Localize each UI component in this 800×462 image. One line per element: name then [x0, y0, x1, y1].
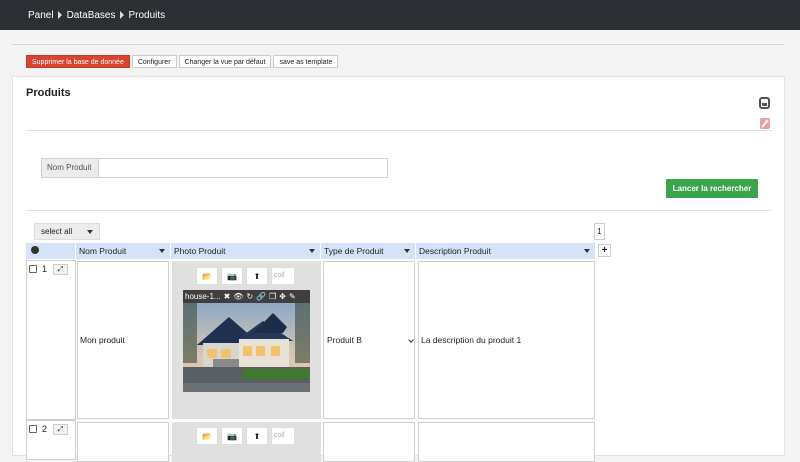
table-cell-nom[interactable] [77, 422, 169, 462]
select-all-label: select all [41, 227, 73, 236]
edit-icon[interactable] [760, 118, 770, 129]
caret-down-icon[interactable] [584, 249, 590, 253]
divider [12, 44, 784, 45]
photo-cell: 📂 📷 ⬆ coll house-1... ✖ 👁 ↻ 🔗 ❐ ✥ ✎ [172, 261, 321, 419]
table-cell-type[interactable] [323, 422, 415, 462]
camera-icon[interactable]: 📷 [221, 267, 243, 285]
table-row-controls: 2 ⤢ [26, 420, 76, 460]
column-header-type-produit[interactable]: Type de Produit [321, 243, 416, 259]
view-icon[interactable]: 👁 [233, 292, 243, 301]
house-image [183, 303, 310, 392]
breadcrumb-databases[interactable]: DataBases [67, 10, 116, 21]
photo-url-input[interactable]: coll [271, 427, 295, 445]
launch-search-button[interactable]: Lancer la rechercher [666, 179, 758, 198]
camera-icon[interactable]: 📷 [221, 427, 243, 445]
row-number: 2 [42, 424, 48, 434]
column-header-label: Type de Produit [324, 246, 384, 256]
photo-cell: 📂 📷 ⬆ coll [172, 422, 321, 462]
table-cell-nom[interactable]: Mon produit [77, 261, 169, 419]
product-description: La description du produit 1 [421, 335, 522, 345]
column-header-photo-produit[interactable]: Photo Produit [171, 243, 321, 259]
save-as-template-button[interactable]: save as template [273, 55, 339, 68]
column-header-label: Photo Produit [174, 246, 226, 256]
divider [26, 130, 772, 131]
row-checkbox[interactable] [29, 425, 37, 433]
device-icon[interactable] [759, 97, 770, 109]
expand-row-icon[interactable]: ⤢ [53, 264, 68, 275]
image-toolbar: house-1... ✖ 👁 ↻ 🔗 ❐ ✥ ✎ [183, 290, 310, 303]
action-toolbar: Supprimer la base de donnée Configurer C… [26, 55, 339, 68]
type-select[interactable]: Produit B [325, 334, 415, 347]
chevron-down-icon [408, 337, 414, 343]
change-default-view-button[interactable]: Changer la vue par défaut [178, 55, 272, 68]
gear-icon[interactable] [31, 246, 39, 254]
folder-icon[interactable]: 📂 [196, 267, 218, 285]
row-number: 1 [42, 264, 48, 274]
page-title: Produits [26, 87, 71, 99]
product-name: Mon produit [80, 335, 125, 345]
breadcrumb-panel[interactable]: Panel [28, 10, 54, 21]
column-header-nom-produit[interactable]: Nom Produit [76, 243, 171, 259]
breadcrumb-separator-icon [119, 11, 124, 19]
table-cell-description[interactable]: La description du produit 1 [418, 261, 595, 419]
search-label: Nom Produit [42, 159, 99, 177]
page-number-button[interactable]: 1 [594, 223, 605, 240]
photo-url-input[interactable]: coll [271, 267, 295, 285]
move-icon[interactable]: ✥ [279, 292, 286, 301]
search-field: Nom Produit [41, 158, 388, 178]
caret-down-icon[interactable] [404, 249, 410, 253]
folder-icon[interactable]: 📂 [196, 427, 218, 445]
top-navbar: Panel DataBases Produits [0, 0, 800, 30]
upload-icon[interactable]: ⬆ [246, 427, 268, 445]
delete-icon[interactable]: ✖ [224, 292, 231, 301]
expand-row-icon[interactable]: ⤢ [53, 424, 68, 435]
table-cell-type: Produit B [323, 261, 415, 419]
search-input[interactable] [99, 159, 387, 177]
add-column-button[interactable]: + [598, 244, 611, 257]
link-icon[interactable]: 🔗 [256, 292, 266, 301]
settings-column-header[interactable] [26, 243, 76, 259]
type-select-value: Produit B [327, 335, 362, 345]
breadcrumb-separator-icon [57, 11, 62, 19]
column-header-label: Description Produit [419, 246, 491, 256]
select-all-dropdown[interactable]: select all [34, 223, 100, 240]
table-row-controls: 1 ⤢ [26, 260, 76, 420]
rotate-icon[interactable]: ↻ [246, 292, 253, 301]
main-panel: Produits Nom Produit Lancer la recherche… [12, 76, 785, 462]
table-cell-description[interactable] [418, 422, 595, 462]
divider [26, 210, 772, 211]
delete-database-button[interactable]: Supprimer la base de donnée [26, 55, 130, 68]
breadcrumb-produits: Produits [128, 9, 166, 21]
caret-down-icon[interactable] [159, 249, 165, 253]
image-filename: house-1... [185, 292, 221, 301]
caret-down-icon[interactable] [309, 249, 315, 253]
product-photo[interactable] [183, 303, 310, 392]
configure-button[interactable]: Configurer [131, 55, 177, 68]
column-header-label: Nom Produit [79, 246, 127, 256]
column-header-description-produit[interactable]: Description Produit [416, 243, 596, 259]
copy-icon[interactable]: ❐ [269, 292, 276, 301]
upload-icon[interactable]: ⬆ [246, 267, 268, 285]
caret-down-icon [87, 230, 93, 234]
edit-icon[interactable]: ✎ [289, 292, 296, 301]
row-checkbox[interactable] [29, 265, 37, 273]
